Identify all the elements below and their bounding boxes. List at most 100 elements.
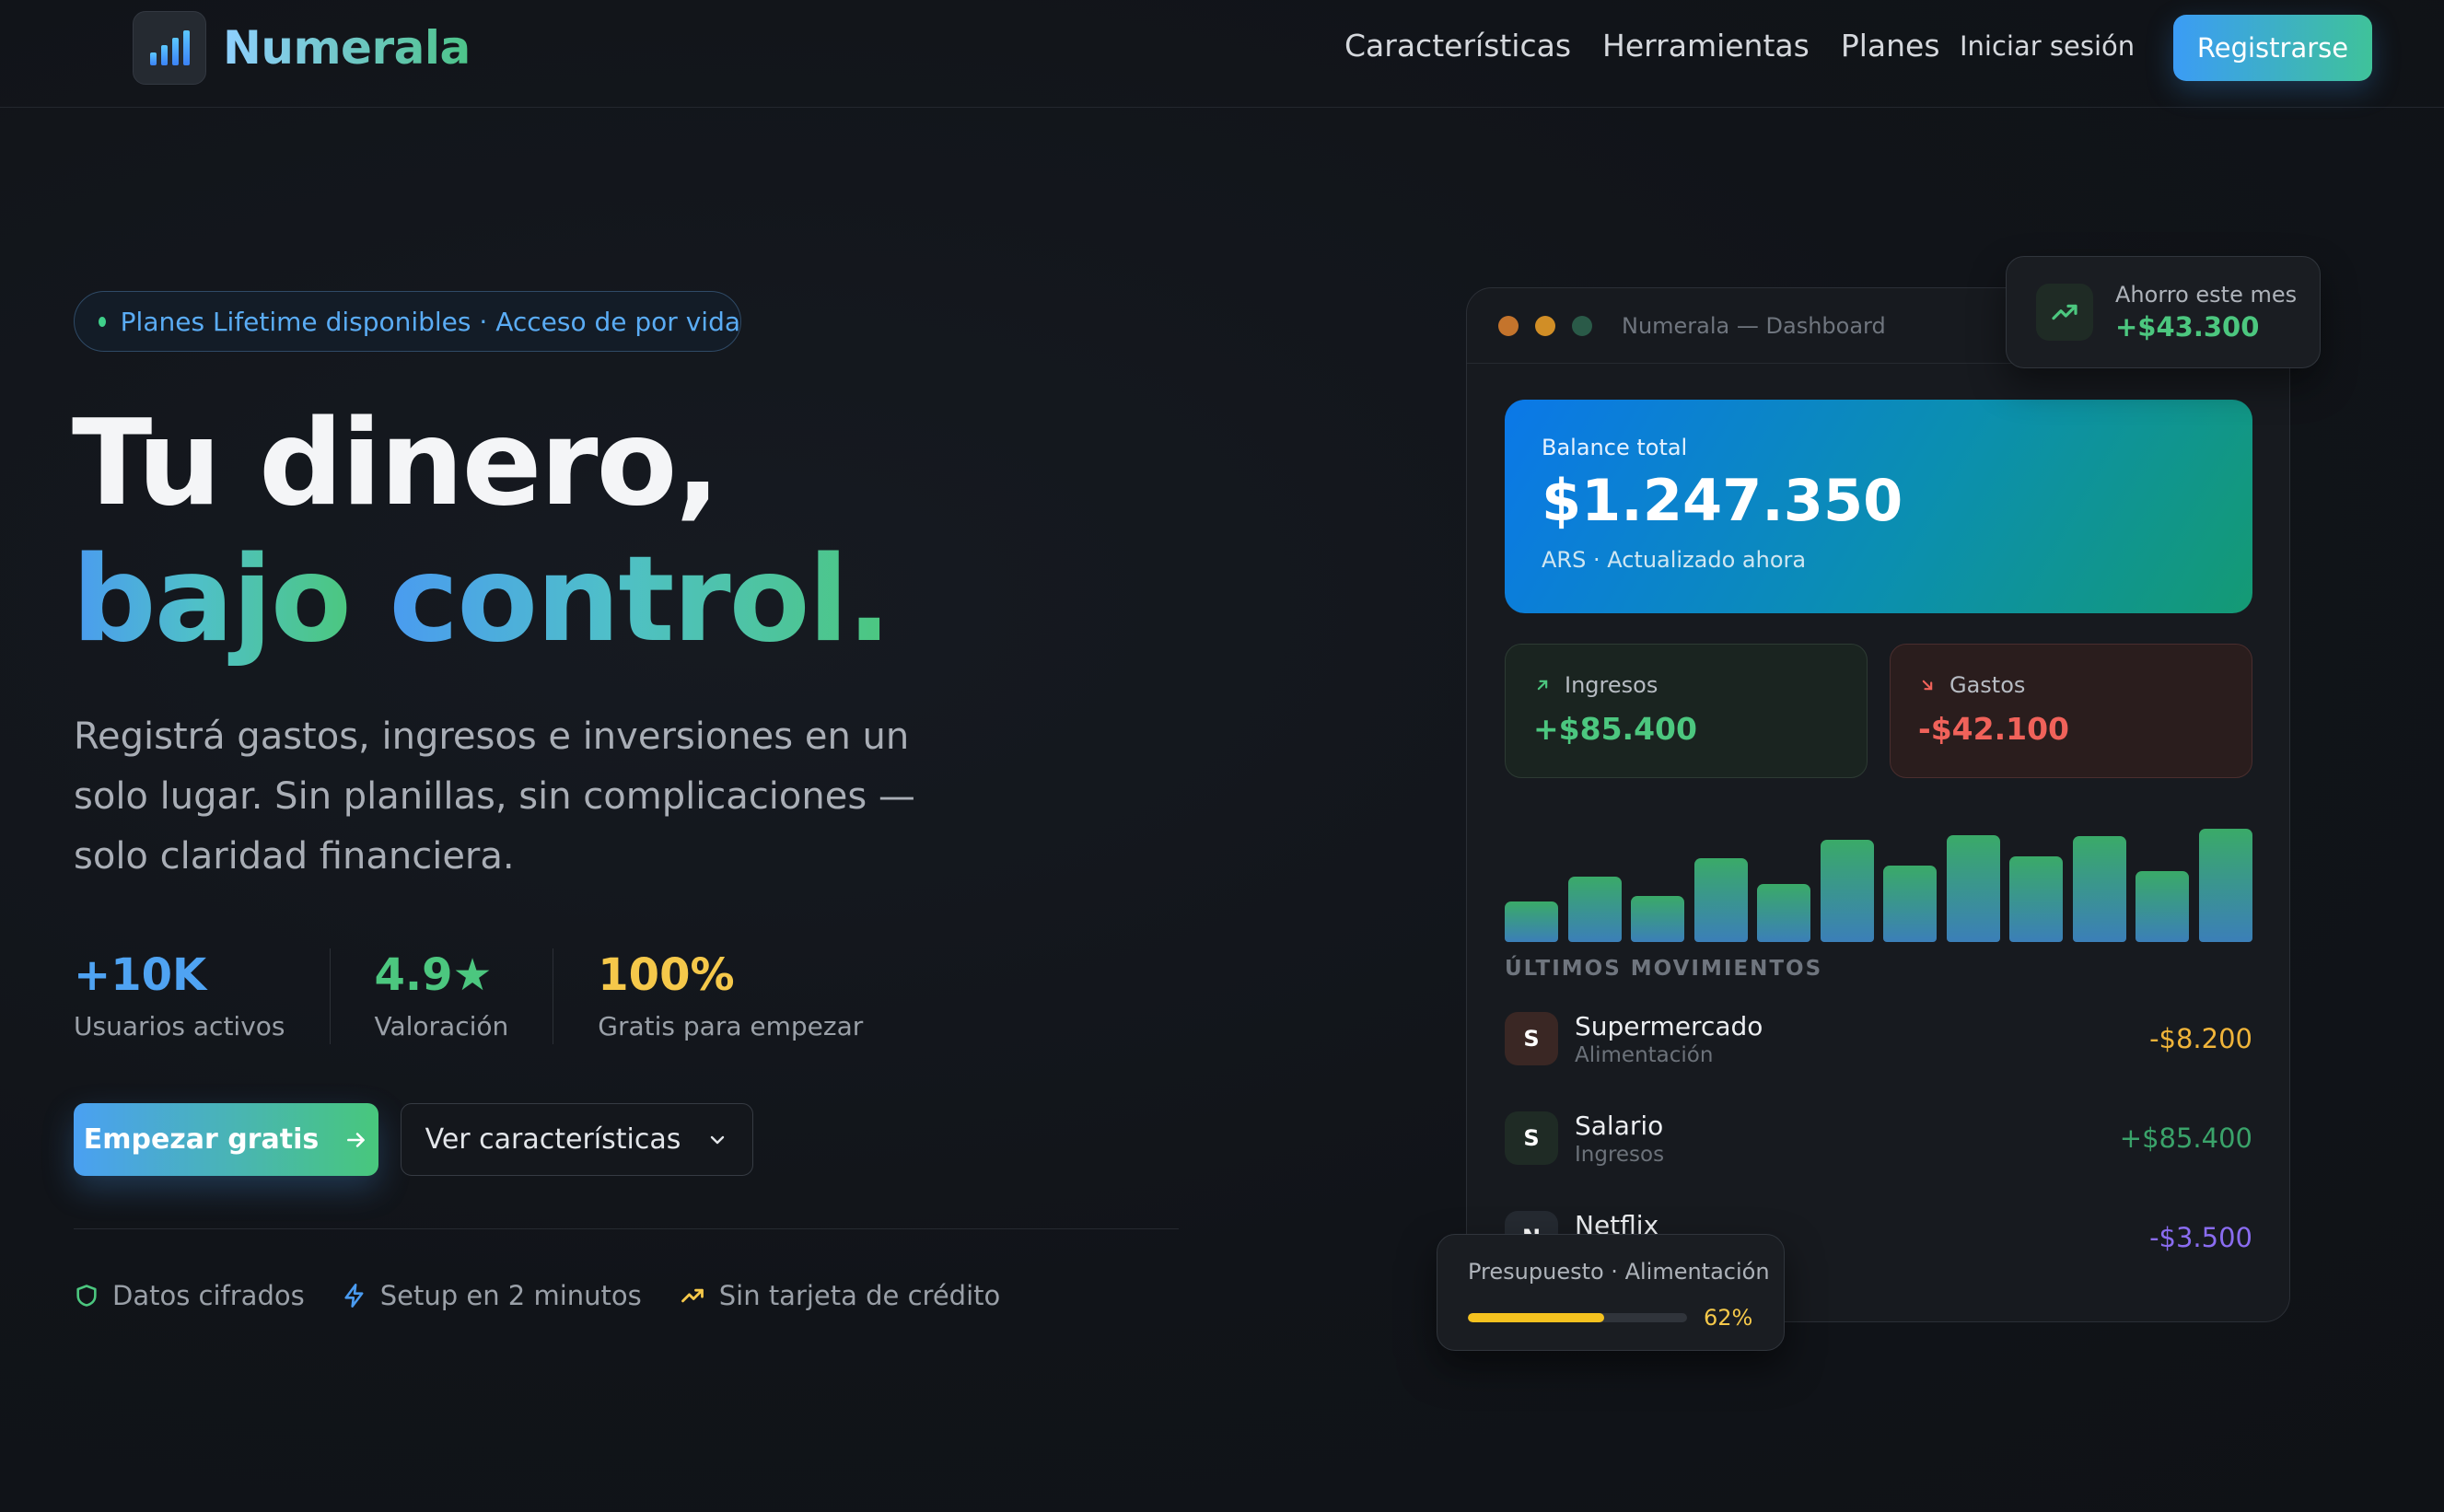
trust-no-card: Sin tarjeta de crédito — [679, 1280, 1001, 1311]
budget-progress-row: 62% — [1468, 1305, 1753, 1331]
income-head: Ingresos — [1533, 672, 1839, 698]
budget-progress-track — [1468, 1313, 1687, 1322]
brand-logo[interactable]: Numerala — [133, 11, 471, 85]
budget-progress-fill — [1468, 1313, 1604, 1322]
hero-title: Tu dinero, bajo control. — [72, 395, 891, 669]
stat-label: Usuarios activos — [74, 1011, 285, 1041]
balance-subtitle: ARS · Actualizado ahora — [1542, 547, 1807, 573]
nav-link-caracteristicas[interactable]: Características — [1344, 28, 1571, 64]
hero-stats: +10K Usuarios activos 4.9★ Valoración 10… — [74, 948, 907, 1044]
hero-lead: Registrá gastos, ingresos e inversiones … — [74, 715, 915, 878]
income-label: Ingresos — [1565, 672, 1658, 698]
expense-head: Gastos — [1918, 672, 2224, 698]
arrow-up-right-icon — [1537, 680, 1548, 691]
transaction-avatar: S — [1505, 1111, 1558, 1165]
trust-setup: Setup en 2 minutos — [342, 1280, 642, 1311]
login-link[interactable]: Iniciar sesión — [1960, 30, 2135, 62]
transaction-category: Ingresos — [1575, 1142, 1665, 1167]
trust-label: Datos cifrados — [112, 1280, 305, 1311]
trending-up-icon — [681, 1288, 704, 1303]
stat-users: +10K Usuarios activos — [74, 948, 331, 1044]
transaction-category: Alimentación — [1575, 1042, 1714, 1067]
activity-bar — [1883, 866, 1938, 942]
expense-card: Gastos -$42.100 — [1890, 644, 2252, 778]
register-button[interactable]: Registrarse — [2173, 15, 2372, 81]
bar-chart-icon — [133, 11, 206, 85]
window-title: Numerala — Dashboard — [1622, 312, 1886, 339]
transaction-body: Supermercado Alimentación — [1575, 1011, 2149, 1067]
trust-label: Sin tarjeta de crédito — [718, 1280, 1001, 1311]
activity-bar — [1631, 896, 1685, 942]
expense-value: -$42.100 — [1918, 711, 2070, 747]
hero-title-line2-b: control. — [389, 531, 891, 669]
budget-card: Presupuesto · Alimentación 62% — [1437, 1234, 1785, 1351]
stat-value: +10K — [74, 949, 207, 1001]
savings-value: +$43.300 — [2115, 311, 2260, 343]
window-close-dot — [1498, 315, 1519, 336]
activity-bar-chart — [1505, 804, 2252, 942]
stat-free: 100% Gratis para empezar — [598, 948, 907, 1044]
income-card: Ingresos +$85.400 — [1505, 644, 1868, 778]
star-icon: ★ — [452, 949, 493, 1001]
trust-encrypted: Datos cifrados — [74, 1280, 305, 1311]
transaction-row[interactable]: S Supermercado Alimentación -$8.200 — [1505, 1006, 2252, 1071]
expense-label: Gastos — [1949, 672, 2026, 698]
top-nav: Numerala Características Herramientas Pl… — [0, 0, 2444, 108]
activity-bar — [1505, 901, 1558, 942]
shield-icon — [76, 1285, 97, 1307]
window-minimize-dot — [1535, 315, 1555, 336]
trending-up-icon — [2036, 284, 2093, 341]
transaction-body: Salario Ingresos — [1575, 1111, 2120, 1167]
transaction-name: Salario — [1575, 1110, 1664, 1141]
badge-text: Planes Lifetime disponibles · Acceso de … — [120, 306, 740, 337]
trust-badges: Datos cifrados Setup en 2 minutos Sin ta… — [74, 1280, 1000, 1311]
lifetime-badge[interactable]: Planes Lifetime disponibles · Acceso de … — [74, 291, 741, 352]
activity-bar — [1820, 840, 1874, 942]
balance-label: Balance total — [1542, 435, 1688, 460]
activity-bar — [1757, 884, 1811, 942]
nav-links: Características Herramientas Planes — [1344, 28, 1940, 64]
savings-body: Ahorro este mes +$43.300 — [2115, 282, 2297, 343]
activity-bar — [1693, 858, 1748, 942]
start-free-label: Empezar gratis — [83, 1123, 320, 1156]
bolt-icon — [344, 1284, 364, 1308]
balance-card: Balance total $1.247.350 ARS · Actualiza… — [1505, 400, 2252, 613]
window-maximize-dot — [1572, 315, 1592, 336]
activity-bar — [2009, 856, 2064, 942]
hero-title-line1: Tu dinero, — [72, 395, 720, 532]
transaction-row[interactable]: S Salario Ingresos +$85.400 — [1505, 1106, 2252, 1170]
status-dot — [99, 316, 106, 327]
chevron-down-icon — [711, 1135, 725, 1144]
savings-card: Ahorro este mes +$43.300 — [2006, 256, 2321, 368]
nav-link-planes[interactable]: Planes — [1841, 28, 1940, 64]
hero-title-line2-a: bajo — [72, 531, 352, 669]
nav-link-herramientas[interactable]: Herramientas — [1602, 28, 1810, 64]
see-features-label: Ver características — [425, 1123, 681, 1156]
hero-divider — [74, 1228, 1179, 1229]
arrow-down-right-icon — [1922, 680, 1933, 691]
activity-bar — [2199, 829, 2252, 942]
stat-rating: 4.9★ Valoración — [375, 948, 554, 1044]
stat-label: Gratis para empezar — [598, 1011, 864, 1041]
stat-value-wrap: 4.9★ — [375, 948, 509, 1002]
activity-bar — [2072, 836, 2126, 942]
activity-bar — [2136, 871, 2190, 942]
transaction-name: Supermercado — [1575, 1010, 1763, 1041]
income-value: +$85.400 — [1533, 711, 1697, 747]
transaction-avatar: S — [1505, 1012, 1558, 1065]
dashboard-preview: Numerala — Dashboard Balance total $1.24… — [1466, 287, 2290, 1322]
activity-bar — [1946, 835, 2000, 942]
trust-label: Setup en 2 minutos — [379, 1280, 642, 1311]
balance-value: $1.247.350 — [1542, 467, 1903, 534]
activity-bar — [1567, 877, 1622, 942]
section-label: ÚLTIMOS MOVIMIENTOS — [1505, 957, 1823, 981]
stat-label: Valoración — [374, 1011, 509, 1041]
transaction-amount: +$85.400 — [2119, 1122, 2252, 1154]
start-free-button[interactable]: Empezar gratis — [74, 1103, 378, 1176]
transaction-amount: -$3.500 — [2149, 1222, 2252, 1253]
budget-percent: 62% — [1704, 1305, 1753, 1331]
budget-label: Presupuesto · Alimentación — [1468, 1259, 1770, 1285]
arrow-right-icon — [347, 1132, 366, 1147]
see-features-button[interactable]: Ver características — [401, 1103, 753, 1176]
stat-value: 4.9 — [374, 949, 453, 1001]
